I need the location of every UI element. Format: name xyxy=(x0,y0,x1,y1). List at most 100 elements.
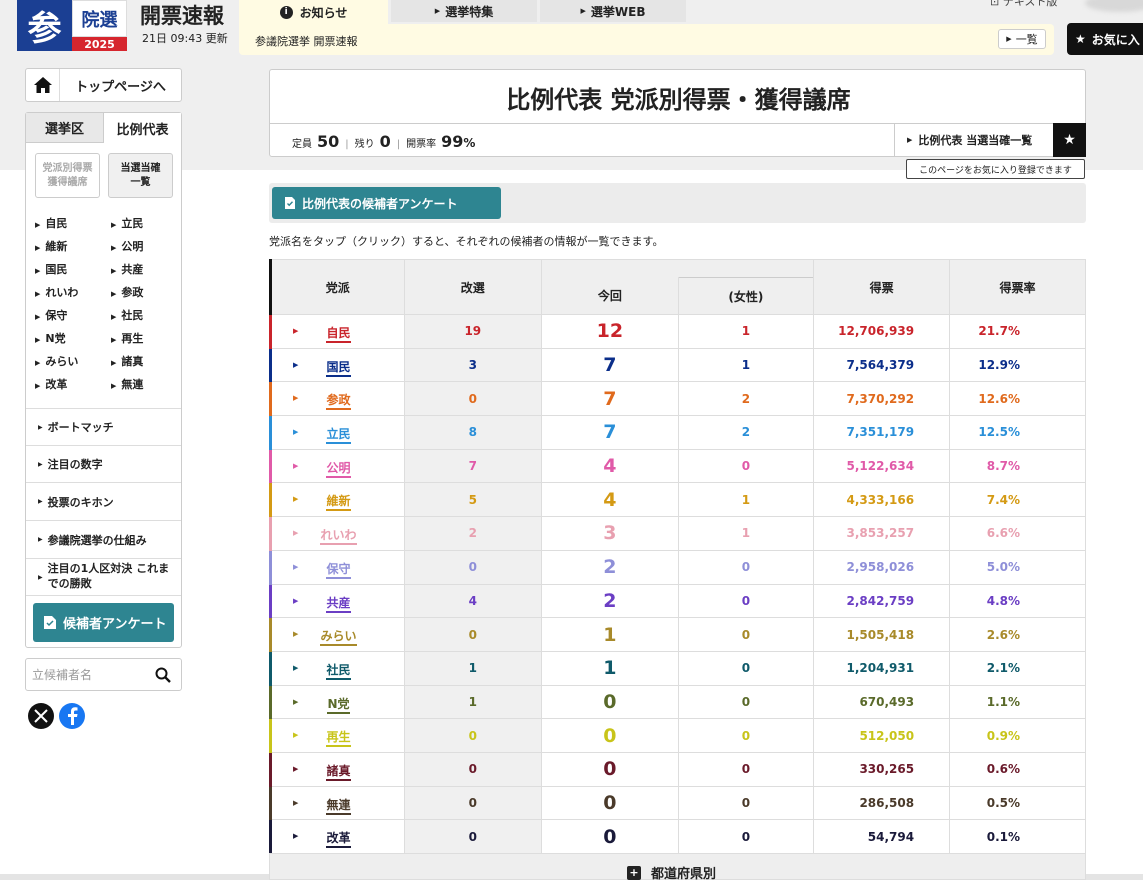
tab-senkyoku[interactable]: 選挙区 xyxy=(26,113,104,143)
party-name-link[interactable]: 自民 xyxy=(326,326,351,343)
party-name-link[interactable]: 維新 xyxy=(326,494,351,512)
rate-cell: 5.0% xyxy=(949,549,1086,585)
party-cell[interactable]: ▶ N党 xyxy=(269,684,405,720)
party-cell[interactable]: ▶ 保守 xyxy=(269,549,405,585)
notice-list-button[interactable]: ▶ 一覧 xyxy=(998,29,1046,49)
party-name-link[interactable]: 立民 xyxy=(326,427,351,445)
sub-button-winners-list[interactable]: 当選当確 一覧 xyxy=(108,153,173,198)
sidebar-party-link[interactable]: ▶ 共産 xyxy=(111,261,143,277)
text-version-icon: ⊡ xyxy=(990,0,1003,8)
party-cell[interactable]: ▶ 再生 xyxy=(269,718,405,753)
teiin-value: 50 xyxy=(317,132,340,151)
party-cell[interactable]: ▶ 諸真 xyxy=(269,751,405,787)
party-cell[interactable]: ▶ れいわ xyxy=(269,516,405,551)
party-name-link[interactable]: 諸真 xyxy=(326,763,351,781)
favorite-star-button[interactable]: ★ xyxy=(1053,123,1086,157)
tab-hirei[interactable]: 比例代表 xyxy=(104,113,181,143)
candidate-survey-label: 候補者アンケート xyxy=(63,617,167,632)
table-row: ▶ 自民 19 12 1 12,706,939 21.7% xyxy=(269,314,1086,349)
konkai-cell: 2 xyxy=(541,583,679,619)
sidebar-party-link[interactable]: ▶ 参政 xyxy=(111,284,143,300)
favorite-button[interactable]: ★ お気に入 xyxy=(1067,23,1143,55)
party-name-link[interactable]: れいわ xyxy=(320,528,357,546)
sidebar-party-link[interactable]: ▶ 無連 xyxy=(111,376,143,392)
party-cell[interactable]: ▶ 公明 xyxy=(269,448,405,484)
sidebar-link-label: での勝敗 xyxy=(47,577,92,590)
party-cell[interactable]: ▶ みらい xyxy=(269,617,405,652)
search-icon[interactable] xyxy=(155,667,171,683)
sidebar-party-link[interactable]: ▶ N党 xyxy=(35,330,66,346)
header-kaisen: 改選 xyxy=(403,259,543,315)
text-version-link[interactable]: ⊡ テキスト版 xyxy=(990,0,1057,9)
tab-notice[interactable]: i お知らせ xyxy=(239,0,388,24)
sidebar-party-link[interactable]: ▶ 社民 xyxy=(111,307,143,323)
kaihyo-value: 99 xyxy=(441,132,464,151)
party-cell[interactable]: ▶ 共産 xyxy=(269,583,405,619)
sidebar-party-link[interactable]: ▶ 国民 xyxy=(35,261,67,277)
facebook-icon[interactable] xyxy=(59,703,85,729)
party-cell[interactable]: ▶ 改革 xyxy=(269,819,405,854)
sidebar-party-link[interactable]: ▶ みらい xyxy=(35,353,78,369)
party-cell[interactable]: ▶ 参政 xyxy=(269,381,405,417)
prefecture-section[interactable]: + 都道府県別 xyxy=(269,853,1086,880)
party-name-link[interactable]: 国民 xyxy=(326,359,351,377)
konkai-cell: 0 xyxy=(541,684,679,720)
sidebar-link-system[interactable]: ▶ 参議院選挙の仕組み xyxy=(26,520,181,558)
sidebar-link-numbers[interactable]: ▶ 注目の数字 xyxy=(26,445,181,482)
party-cell[interactable]: ▶ 立民 xyxy=(269,415,405,450)
text-version-label: テキスト版 xyxy=(1002,0,1058,8)
sidebar-link-basics[interactable]: ▶ 投票のキホン xyxy=(26,482,181,520)
sidebar-party-link[interactable]: ▶ 立民 xyxy=(111,215,143,231)
sidebar-party-link[interactable]: ▶ れいわ xyxy=(35,284,78,300)
candidate-search-input[interactable] xyxy=(32,665,150,685)
party-name-link[interactable]: 無連 xyxy=(326,797,351,815)
tab-election-feature[interactable]: ▶ 選挙特集 xyxy=(391,0,537,22)
x-icon[interactable] xyxy=(28,703,54,729)
party-cell[interactable]: ▶ 無連 xyxy=(269,785,405,821)
sidebar-party-link[interactable]: ▶ 維新 xyxy=(35,238,67,254)
party-cell[interactable]: ▶ 自民 xyxy=(269,314,405,349)
sidebar-party-link[interactable]: ▶ 自民 xyxy=(35,215,67,231)
female-cell: 0 xyxy=(677,684,815,720)
party-name-link[interactable]: 共産 xyxy=(326,595,351,613)
party-name-link[interactable]: 改革 xyxy=(326,831,351,849)
table-row: ▶ 参政 0 7 2 7,370,292 12.6% xyxy=(269,381,1086,417)
sidebar-party-link[interactable]: ▶ 改革 xyxy=(35,376,67,392)
candidate-survey-button[interactable]: 候補者アンケート xyxy=(33,603,174,642)
female-cell: 1 xyxy=(677,482,815,518)
results-header-card: 比例代表 党派別得票・獲得議席 定員 50 | 残り 0 | 開票率 99 % … xyxy=(269,69,1086,157)
sidebar-party-label: 改革 xyxy=(45,378,68,391)
female-cell: 0 xyxy=(677,819,815,854)
party-name-link[interactable]: 再生 xyxy=(326,730,351,748)
winners-list-link[interactable]: ▶ 比例代表 当選当確一覧 xyxy=(894,123,1053,157)
triangle-right-icon: ▶ xyxy=(111,290,117,298)
party-name-link[interactable]: 保守 xyxy=(326,561,351,579)
sidebar-party-label: 国民 xyxy=(45,263,68,276)
sidebar-link-vote-match[interactable]: ▶ ボートマッチ xyxy=(26,408,181,445)
favorite-tooltip: このページをお気に入り登録できます xyxy=(906,159,1085,179)
sidebar-party-link[interactable]: ▶ 公明 xyxy=(111,238,143,254)
sidebar-link-single-seat[interactable]: ▶ 注目の1人区対決 これま での勝敗 xyxy=(26,558,181,596)
party-name-link[interactable]: N党 xyxy=(327,696,350,714)
party-name-link[interactable]: みらい xyxy=(320,629,357,647)
tab-election-web[interactable]: ▶ 選挙WEB xyxy=(540,0,686,22)
election-logo[interactable]: 参 院選 2025 xyxy=(17,0,127,51)
female-cell: 1 xyxy=(677,516,815,551)
party-name-link[interactable]: 公明 xyxy=(326,460,351,478)
home-button[interactable]: トップページへ xyxy=(25,68,182,102)
votes-cell: 3,853,257 xyxy=(813,516,951,551)
sidebar-party-link[interactable]: ▶ 諸真 xyxy=(111,353,143,369)
sidebar-party-link[interactable]: ▶ 保守 xyxy=(35,307,67,323)
sub-button-party-votes[interactable]: 党派別得票 獲得議席 xyxy=(35,153,100,198)
party-cell[interactable]: ▶ 維新 xyxy=(269,482,405,518)
party-name-link[interactable]: 参政 xyxy=(326,393,351,411)
header-party: 党派 xyxy=(269,259,405,315)
party-name-link[interactable]: 社民 xyxy=(326,662,351,680)
notice-text[interactable]: 参議院選挙 開票速報 xyxy=(255,33,358,49)
triangle-right-icon: ▶ xyxy=(111,267,117,275)
party-cell[interactable]: ▶ 社民 xyxy=(269,650,405,686)
pr-survey-button[interactable]: 比例代表の候補者アンケート xyxy=(272,187,501,219)
sidebar-party-link[interactable]: ▶ 再生 xyxy=(111,330,143,346)
triangle-right-icon: ▶ xyxy=(111,336,117,344)
party-cell[interactable]: ▶ 国民 xyxy=(269,347,405,383)
